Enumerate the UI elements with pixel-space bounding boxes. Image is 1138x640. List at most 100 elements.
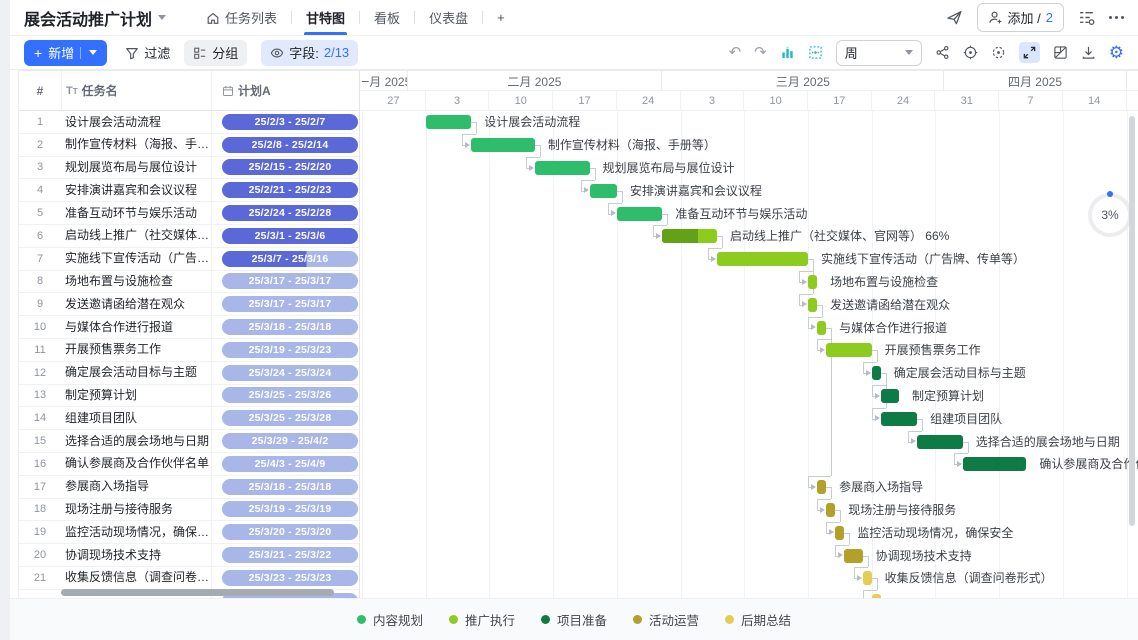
date-range-pill[interactable]: 25/3/19 - 25/3/23 — [222, 342, 358, 358]
task-name[interactable]: 设计展会活动流程 — [61, 111, 211, 134]
locate-today-icon[interactable] — [963, 45, 978, 60]
date-range-pill[interactable]: 25/3/24 - 25/3/24 — [222, 365, 358, 381]
date-range-pill[interactable]: 25/4/3 - 25/4/9 — [222, 456, 358, 472]
gantt-bar[interactable] — [808, 298, 817, 312]
tab-task-list[interactable]: 任务列表 — [192, 0, 291, 35]
table-row[interactable]: 11开展预售票务工作25/3/19 - 25/3/23 — [19, 339, 359, 362]
task-name[interactable]: 组建项目团队 — [61, 407, 211, 430]
gantt-bar[interactable] — [881, 389, 899, 403]
table-row[interactable]: 15选择合适的展会场地与日期25/3/29 - 25/4/2 — [19, 430, 359, 453]
date-range-pill[interactable]: 25/2/8 - 25/2/14 — [222, 137, 358, 153]
vertical-scrollbar[interactable] — [1129, 116, 1135, 526]
tab-dashboard[interactable]: 仪表盘 — [415, 0, 482, 35]
date-range-pill[interactable]: 25/2/3 - 25/2/7 — [222, 114, 358, 130]
table-row[interactable]: 5准备互动环节与娱乐活动25/2/24 - 25/2/28 — [19, 202, 359, 225]
page-title[interactable]: 展会活动推广计划 — [24, 6, 166, 30]
hide-table-icon[interactable] — [1053, 45, 1068, 60]
milestone-mode-icon[interactable] — [808, 45, 823, 60]
view-settings-icon[interactable] — [1078, 9, 1095, 26]
date-range-pill[interactable]: 25/3/17 - 25/3/17 — [222, 296, 358, 312]
table-row[interactable]: 20协调现场技术支持25/3/21 - 25/3/22 — [19, 544, 359, 567]
task-name[interactable]: 启动线上推广（社交媒体、官网等） — [61, 224, 211, 247]
tab-kanban[interactable]: 看板 — [360, 0, 414, 35]
date-range-pill[interactable]: 25/3/25 - 25/3/28 — [222, 410, 358, 426]
table-row[interactable]: 9发送邀请函给潜在观众25/3/17 - 25/3/17 — [19, 293, 359, 316]
gantt-bar[interactable] — [835, 526, 844, 540]
gantt-bar[interactable] — [808, 275, 817, 289]
undo-icon[interactable]: ↶ — [729, 45, 742, 60]
gantt-bar[interactable] — [617, 207, 663, 221]
task-name[interactable]: 现场注册与接待服务 — [61, 498, 211, 521]
date-range-pill[interactable]: 25/3/21 - 25/3/22 — [222, 547, 358, 563]
table-row[interactable]: 1设计展会活动流程25/2/3 - 25/2/7 — [19, 111, 359, 134]
filter-button[interactable]: 过滤 — [125, 43, 170, 62]
date-range-pill[interactable]: 25/2/21 - 25/2/23 — [222, 182, 358, 198]
legend-item[interactable]: 内容规划 — [357, 610, 423, 629]
table-row[interactable]: 4安排演讲嘉宾和会议议程25/2/21 - 25/2/23 — [19, 179, 359, 202]
more-icon[interactable] — [1109, 16, 1124, 19]
gantt-bar[interactable] — [863, 571, 872, 585]
focus-icon[interactable] — [991, 45, 1006, 60]
date-range-pill[interactable]: 25/3/20 - 25/3/20 — [222, 524, 358, 540]
send-icon[interactable] — [946, 9, 963, 26]
settings-gear-icon[interactable]: ⚙ — [1109, 44, 1124, 61]
gantt-bar[interactable] — [817, 480, 826, 494]
task-name[interactable]: 确认参展商及合作伙伴名单 — [61, 452, 211, 475]
column-header-id[interactable]: # — [19, 84, 61, 98]
table-row[interactable]: 18现场注册与接待服务25/3/19 - 25/3/19 — [19, 499, 359, 522]
new-task-button[interactable]: + 新增 — [24, 40, 107, 66]
group-button[interactable]: 分组 — [184, 40, 247, 66]
column-header-plan[interactable]: 计划A — [211, 71, 359, 110]
date-range-pill[interactable]: 25/3/17 - 25/3/17 — [222, 273, 358, 289]
task-name[interactable]: 与媒体合作进行报道 — [61, 316, 211, 339]
legend-item[interactable]: 推广执行 — [449, 610, 515, 629]
date-range-pill[interactable]: 25/2/15 - 25/2/20 — [222, 159, 358, 175]
tab-gantt[interactable]: 甘特图 — [292, 0, 359, 35]
horizontal-scrollbar[interactable] — [61, 589, 334, 596]
task-name[interactable]: 发送邀请函给潜在观众 — [61, 293, 211, 316]
date-range-pill[interactable]: 25/3/29 - 25/4/2 — [222, 433, 358, 449]
task-name[interactable]: 监控活动现场情况，确保安全 — [61, 521, 211, 544]
gantt-bar[interactable] — [826, 503, 835, 517]
task-name[interactable]: 开展预售票务工作 — [61, 338, 211, 361]
table-row[interactable]: 19监控活动现场情况，确保安全25/3/20 - 25/3/20 — [19, 521, 359, 544]
add-collaborator-button[interactable]: 添加 / 2 — [977, 3, 1064, 32]
gantt-bar[interactable] — [817, 321, 826, 335]
gantt-bar[interactable] — [471, 138, 535, 152]
fullscreen-icon[interactable] — [1019, 42, 1040, 63]
add-view-tab[interactable]: + — [483, 0, 519, 35]
date-range-pill[interactable]: 25/3/18 - 25/3/18 — [222, 319, 358, 335]
task-name[interactable]: 安排演讲嘉宾和会议议程 — [61, 179, 211, 202]
fields-button[interactable]: 字段: 2/13 — [261, 40, 358, 66]
gantt-bar[interactable] — [535, 161, 590, 175]
date-range-pill[interactable]: 25/3/23 - 25/3/23 — [222, 570, 358, 586]
table-row[interactable]: 12确定展会活动目标与主题25/3/24 - 25/3/24 — [19, 362, 359, 385]
gantt-bar[interactable] — [826, 343, 872, 357]
table-row[interactable]: 13制定预算计划25/3/25 - 25/3/26 — [19, 385, 359, 408]
date-range-pill[interactable]: 25/3/19 - 25/3/19 — [222, 501, 358, 517]
table-row[interactable]: 17参展商入场指导25/3/18 - 25/3/18 — [19, 476, 359, 499]
chart-stats-icon[interactable] — [780, 45, 795, 60]
gantt-bar[interactable] — [963, 457, 1027, 471]
download-icon[interactable] — [1081, 45, 1096, 60]
overall-progress-ring[interactable]: 3% — [1088, 193, 1132, 237]
date-range-pill[interactable]: 25/3/25 - 25/3/26 — [222, 387, 358, 403]
date-range-pill[interactable]: 25/2/24 - 25/2/28 — [222, 205, 358, 221]
task-name[interactable]: 制作宣传材料（海报、手册等） — [61, 133, 211, 156]
table-row[interactable]: 8场地布置与设施检查25/3/17 - 25/3/17 — [19, 271, 359, 294]
task-name[interactable]: 准备互动环节与娱乐活动 — [61, 202, 211, 225]
share-node-icon[interactable] — [935, 45, 950, 60]
table-row[interactable]: 7实施线下宣传活动（广告牌、传单等）25/3/7 - 25/3/16 — [19, 248, 359, 271]
task-name[interactable]: 场地布置与设施检查 — [61, 270, 211, 293]
gantt-bar[interactable] — [717, 252, 808, 266]
legend-item[interactable]: 项目准备 — [541, 610, 607, 629]
table-row[interactable]: 2制作宣传材料（海报、手册等）25/2/8 - 25/2/14 — [19, 134, 359, 157]
date-range-pill[interactable]: 25/3/1 - 25/3/6 — [222, 228, 358, 244]
task-name[interactable]: 实施线下宣传活动（广告牌、传单等） — [61, 247, 211, 270]
time-scale-select[interactable]: 周 — [836, 40, 922, 66]
legend-item[interactable]: 后期总结 — [725, 610, 791, 629]
redo-icon[interactable]: ↷ — [754, 45, 767, 60]
gantt-bar[interactable] — [426, 115, 472, 129]
table-row[interactable]: 21收集反馈信息（调查问卷形式）25/3/23 - 25/3/23 — [19, 567, 359, 590]
date-range-pill[interactable]: 25/3/7 - 25/3/16 — [222, 251, 358, 267]
